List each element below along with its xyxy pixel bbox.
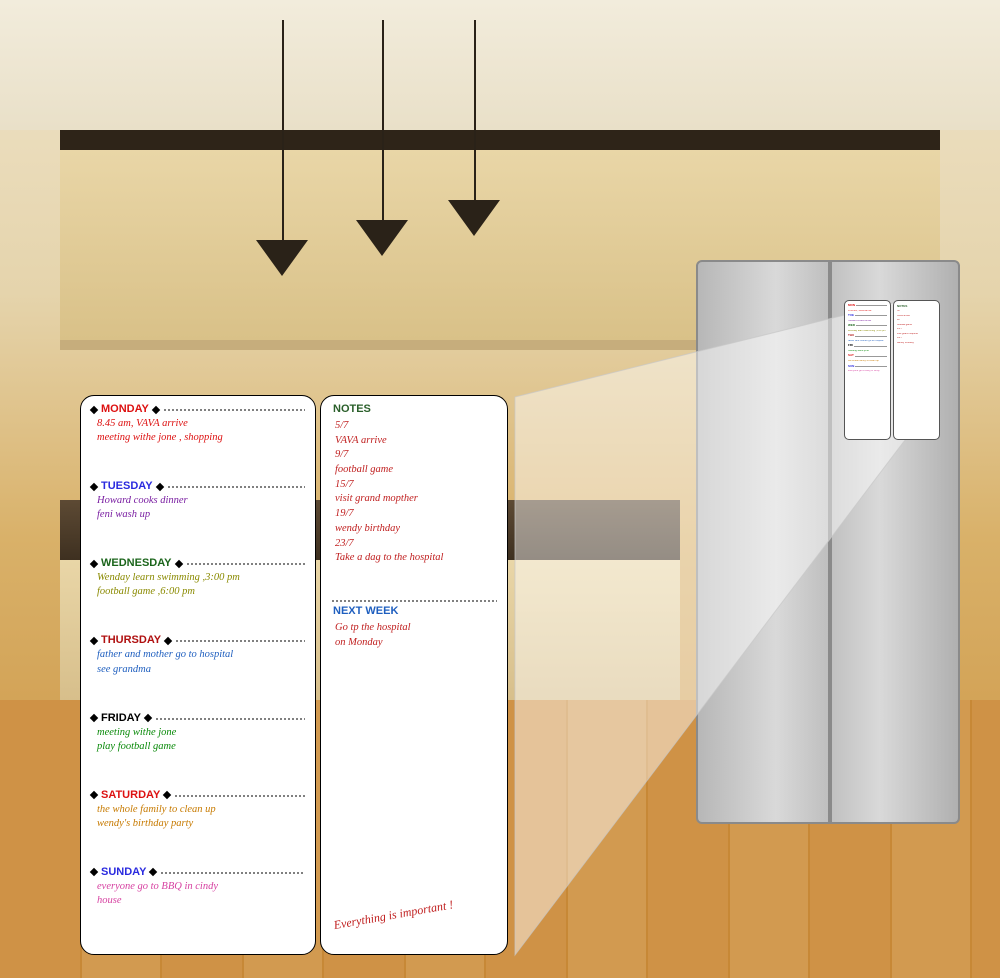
day-heading: THURSDAY [91,635,305,646]
planner-side-pane: NOTES 5/7VAVA arrive9/7football game15/7… [320,395,508,955]
day-heading: TUESDAY [91,481,305,492]
diamond-bullet-icon [90,637,98,645]
day-block: MONDAY8.45 am, VAVA arrivemeeting withe … [91,404,305,481]
planner-days-pane: MONDAY8.45 am, VAVA arrivemeeting withe … [80,395,316,955]
kitchen-scene: MON8.45 am, VAVA arriveTUEHoward cooks d… [0,0,1000,978]
diamond-bullet-icon [90,791,98,799]
day-name: SUNDAY [101,867,146,878]
day-heading: SATURDAY [91,790,305,801]
diamond-bullet-icon [149,868,157,876]
notes-heading: NOTES [333,404,497,415]
dots-rule-icon [160,872,305,874]
diamond-bullet-icon [90,560,98,568]
day-block: TUESDAYHoward cooks dinnerfeni wash up [91,481,305,558]
diamond-bullet-icon [90,868,98,876]
day-heading: SUNDAY [91,867,305,878]
planner-tagline: Everything is important ! [327,892,495,944]
day-name: TUESDAY [101,481,153,492]
day-heading: WEDNESDAY [91,558,305,569]
dots-rule-icon [163,409,305,411]
diamond-bullet-icon [163,791,171,799]
diamond-bullet-icon [164,637,172,645]
day-name: WEDNESDAY [101,558,172,569]
ceiling [0,0,1000,130]
next-week-body: Go tp the hospitalon Monday [331,621,497,650]
diamond-bullet-icon [174,560,182,568]
day-entries: everyone go to BBQ in cindyhouse [91,878,305,908]
dots-rule-icon [175,640,305,642]
day-name: SATURDAY [101,790,160,801]
day-entries: Wenday learn swimming ,3:00 pmfootball g… [91,569,305,599]
day-heading: FRIDAY [91,713,305,724]
diamond-bullet-icon [155,482,163,490]
day-name: THURSDAY [101,635,161,646]
diamond-bullet-icon [90,405,98,413]
pendant-wire [382,20,384,220]
day-name: MONDAY [101,404,149,415]
day-block: WEDNESDAYWenday learn swimming ,3:00 pmf… [91,558,305,635]
pendant-wire [282,20,284,240]
dots-rule-icon [174,795,305,797]
dots-rule-icon [186,563,306,565]
day-entries: the whole family to clean upwendy's birt… [91,801,305,831]
pendant-lamp-icon [448,200,500,236]
notes-body: 5/7VAVA arrive9/7football game15/7visit … [331,419,497,566]
diamond-bullet-icon [144,714,152,722]
dots-divider-icon [331,600,497,602]
day-name: FRIDAY [101,713,141,724]
day-block: SUNDAYeveryone go to BBQ in cindyhouse [91,867,305,944]
weekly-planner: MONDAY8.45 am, VAVA arrivemeeting withe … [80,395,512,955]
diamond-bullet-icon [90,714,98,722]
day-entries: Howard cooks dinnerfeni wash up [91,492,305,522]
diamond-bullet-icon [152,405,160,413]
pendant-lamp-icon [256,240,308,276]
dots-rule-icon [155,718,305,720]
dots-rule-icon [167,486,305,488]
day-block: FRIDAYmeeting withe joneplay football ga… [91,713,305,790]
fridge-planner-thumbnail: MON8.45 am, VAVA arriveTUEHoward cooks d… [844,300,940,440]
diamond-bullet-icon [90,482,98,490]
day-entries: father and mother go to hospitalsee gran… [91,646,305,676]
next-week-heading: NEXT WEEK [333,606,497,617]
pendant-wire [474,20,476,200]
pendant-lamp-icon [356,220,408,256]
day-entries: meeting withe joneplay football game [91,724,305,754]
day-heading: MONDAY [91,404,305,415]
day-block: THURSDAYfather and mother go to hospital… [91,635,305,712]
day-entries: 8.45 am, VAVA arrivemeeting withe jone ,… [91,415,305,445]
day-block: SATURDAYthe whole family to clean upwend… [91,790,305,867]
